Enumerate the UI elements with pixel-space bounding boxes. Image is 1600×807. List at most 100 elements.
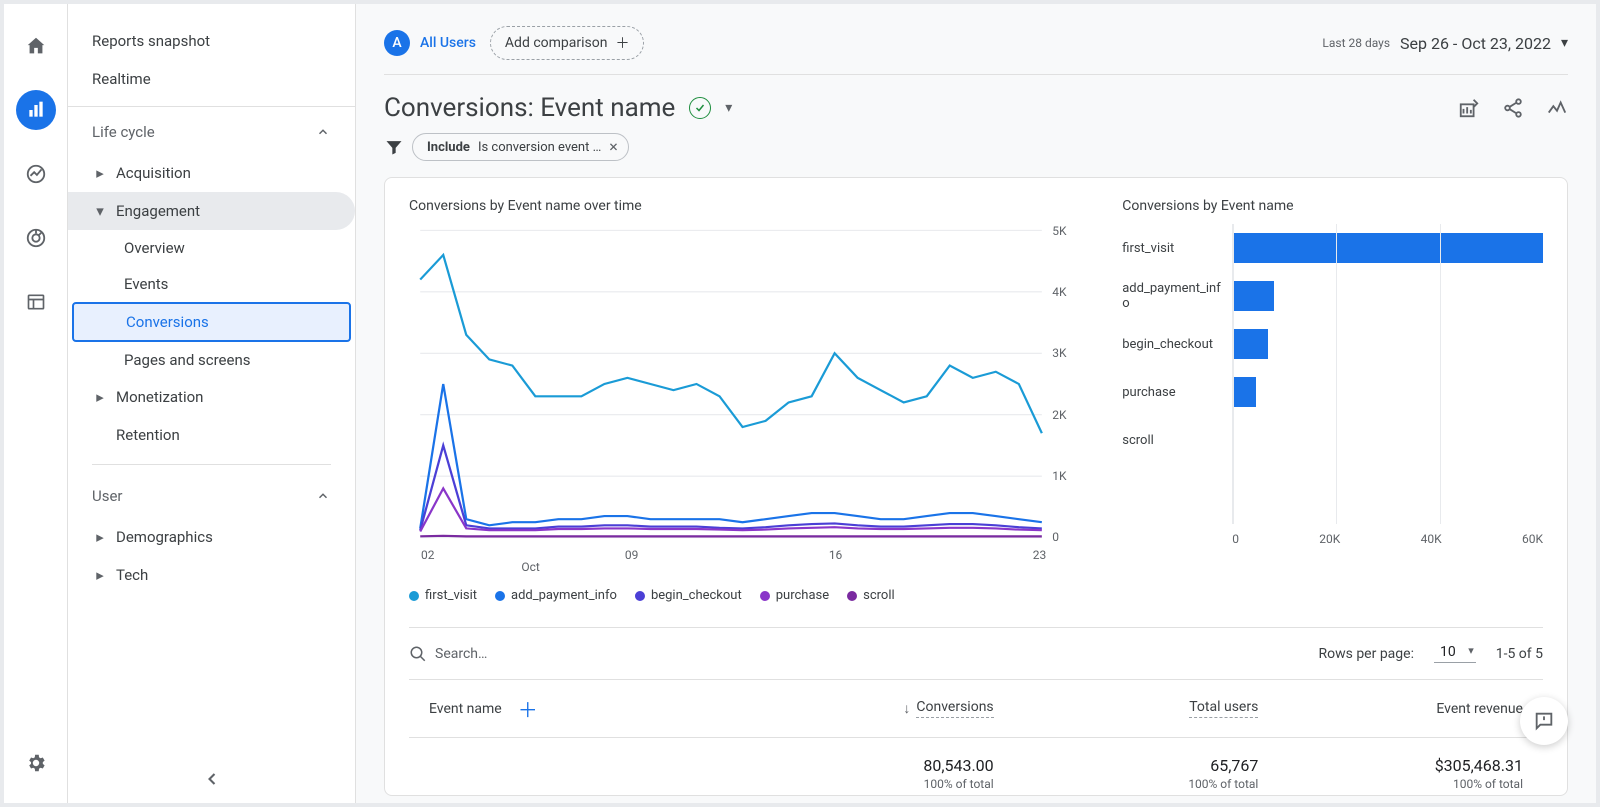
th-label: Event name (429, 701, 502, 717)
close-icon[interactable]: × (609, 139, 618, 155)
date-range-value: Sep 26 - Oct 23, 2022 (1400, 34, 1551, 53)
add-comparison-button[interactable]: Add comparison ＋ (490, 26, 645, 60)
th-label: Conversions (916, 699, 993, 718)
icon-rail (4, 4, 68, 803)
chevron-down-icon[interactable]: ▾ (725, 100, 732, 116)
totals-revenue: $305,468.31 (1298, 756, 1523, 775)
insights-icon[interactable] (1546, 97, 1568, 119)
th-conversions[interactable]: ↓ Conversions (749, 680, 1014, 737)
totals-conversions: 80,543.00 (769, 756, 994, 775)
sidebar-item-label: Acquisition (116, 164, 191, 182)
rows-per-page-label: Rows per page: (1318, 646, 1413, 662)
add-dimension-button[interactable]: ＋ (508, 694, 538, 723)
chevron-down-icon: ▾ (1561, 35, 1568, 51)
caret-right-icon: ▸ (92, 567, 108, 583)
bar-row: purchase (1122, 368, 1543, 416)
filter-text: Is conversion event … (478, 140, 601, 155)
add-comparison-label: Add comparison (505, 35, 608, 51)
bar-label: begin_checkout (1122, 337, 1232, 352)
th-event-revenue[interactable]: Event revenue (1278, 680, 1543, 737)
main: A All Users Add comparison ＋ Last 28 day… (356, 4, 1596, 803)
reports-icon[interactable] (16, 90, 56, 130)
legend-item[interactable]: add_payment_info (495, 588, 617, 603)
sidebar-sub-pages[interactable]: Pages and screens (68, 342, 355, 378)
table-search[interactable]: Search… (409, 645, 487, 663)
date-range-picker[interactable]: Last 28 days Sep 26 - Oct 23, 2022 ▾ (1322, 34, 1568, 53)
sidebar-item-label: Retention (116, 426, 180, 444)
explore-icon[interactable] (16, 154, 56, 194)
bar-fill (1232, 281, 1273, 311)
table-header: Event name ＋ ↓ Conversions Total users E… (409, 679, 1543, 738)
th-total-users[interactable]: Total users (1014, 680, 1279, 737)
bar-row: add_payment_info (1122, 272, 1543, 320)
bar-row: scroll (1122, 416, 1543, 464)
chevron-up-icon (315, 124, 331, 140)
chart-legend: first_visit add_payment_info begin_checkou… (409, 574, 1082, 621)
sidebar-collapse-button[interactable] (202, 769, 222, 789)
line-chart-title: Conversions by Event name over time (409, 198, 1082, 214)
line-chart: Conversions by Event name over time 5K4K… (409, 198, 1082, 621)
sidebar-section-lifecycle[interactable]: Life cycle (68, 106, 355, 154)
sidebar-item-monetization[interactable]: ▸ Monetization (68, 378, 355, 416)
titlebar: Conversions: Event name ▾ (384, 75, 1568, 133)
segment-chip[interactable]: A All Users (384, 30, 476, 56)
filter-icon[interactable] (384, 137, 404, 157)
page-title: Conversions: Event name ▾ (384, 93, 732, 123)
plus-icon: ＋ (615, 33, 629, 53)
bar-chart-xticks: 020K40K60K (1122, 532, 1543, 546)
legend-item[interactable]: begin_checkout (635, 588, 742, 603)
legend-item[interactable]: scroll (847, 588, 895, 603)
sidebar-item-reports-snapshot[interactable]: Reports snapshot (68, 22, 355, 60)
filter-chip[interactable]: Include Is conversion event … × (412, 133, 629, 161)
totals-revenue-pct: 100% of total (1298, 777, 1523, 791)
segment-avatar: A (384, 30, 410, 56)
sidebar-item-acquisition[interactable]: ▸ Acquisition (68, 154, 355, 192)
search-icon (409, 645, 427, 663)
filter-prefix: Include (427, 140, 470, 155)
sidebar-item-label: Tech (116, 566, 148, 584)
th-label: Event revenue (1436, 701, 1523, 717)
bar-fill (1232, 329, 1268, 359)
feedback-button[interactable] (1520, 697, 1568, 745)
bar-chart-title: Conversions by Event name (1122, 198, 1543, 214)
home-icon[interactable] (16, 26, 56, 66)
sidebar-item-tech[interactable]: ▸ Tech (68, 556, 355, 594)
sidebar-section-label: Life cycle (92, 123, 155, 141)
legend-item[interactable]: first_visit (409, 588, 477, 603)
caret-right-icon: ▸ (92, 529, 108, 545)
legend-item[interactable]: purchase (760, 588, 829, 603)
bar-fill (1232, 377, 1255, 407)
sidebar-sub-overview[interactable]: Overview (68, 230, 355, 266)
sidebar-item-realtime[interactable]: Realtime (68, 60, 355, 98)
segment-label: All Users (420, 35, 476, 51)
sidebar-item-retention[interactable]: ▸ Retention (68, 416, 355, 454)
filter-row: Include Is conversion event … × (384, 133, 1568, 177)
configure-icon[interactable] (16, 282, 56, 322)
sidebar-section-user[interactable]: User (68, 475, 355, 518)
status-ok-icon[interactable] (689, 97, 711, 119)
line-chart-svg (409, 224, 1082, 544)
line-chart-xsub: Oct (409, 560, 1082, 574)
sidebar-item-label: Engagement (116, 202, 200, 220)
bar-label: add_payment_info (1122, 281, 1232, 311)
sidebar-item-label: Monetization (116, 388, 203, 406)
chevron-up-icon (315, 488, 331, 504)
th-event-name[interactable]: Event name ＋ (409, 680, 749, 737)
customize-report-icon[interactable] (1458, 97, 1480, 119)
bar-label: scroll (1122, 433, 1232, 448)
table-controls: Search… Rows per page: 10 1-5 of 5 (409, 627, 1543, 679)
advertising-icon[interactable] (16, 218, 56, 258)
rows-per-page-select[interactable]: 10 (1434, 644, 1476, 663)
sidebar-item-label: Demographics (116, 528, 213, 546)
topbar: A All Users Add comparison ＋ Last 28 day… (384, 4, 1568, 75)
share-icon[interactable] (1502, 97, 1524, 119)
sidebar-sub-events[interactable]: Events (68, 266, 355, 302)
gear-icon[interactable] (16, 743, 56, 783)
bar-label: first_visit (1122, 241, 1232, 256)
caret-right-icon: ▸ (92, 165, 108, 181)
bar-chart: Conversions by Event name first_visitadd… (1122, 198, 1543, 621)
paging-range: 1-5 of 5 (1496, 646, 1543, 662)
sidebar-item-engagement[interactable]: ▾ Engagement (68, 192, 355, 230)
sidebar-sub-conversions[interactable]: Conversions (72, 302, 351, 342)
sidebar-item-demographics[interactable]: ▸ Demographics (68, 518, 355, 556)
